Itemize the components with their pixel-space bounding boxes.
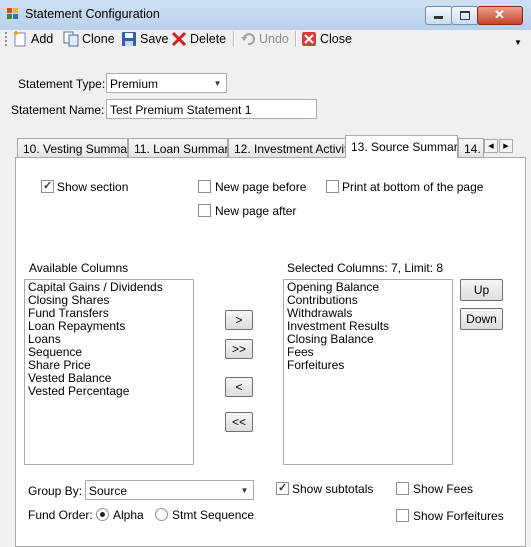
close-label: Close: [320, 32, 352, 46]
new-page-after-label: New page after: [215, 204, 297, 218]
add-icon: [14, 31, 26, 47]
move-all-left-button[interactable]: <<: [225, 412, 253, 432]
print-at-bottom-label: Print at bottom of the page: [342, 180, 484, 194]
add-button[interactable]: Add: [12, 31, 53, 47]
show-subtotals-checkbox[interactable]: [276, 481, 289, 495]
new-page-before-checkbox[interactable]: [198, 180, 211, 193]
maximize-icon: [460, 11, 470, 20]
window-title: Statement Configuration: [25, 7, 160, 21]
show-section-label: Show section: [57, 180, 129, 194]
app-icon: [7, 8, 19, 20]
chevron-down-icon: ▼: [213, 78, 222, 88]
save-button[interactable]: Save: [121, 31, 169, 47]
minimize-button[interactable]: [425, 6, 453, 25]
toolbar-separator: [295, 31, 297, 47]
show-section-checkbox[interactable]: [41, 179, 54, 193]
close-window-button[interactable]: ✕: [477, 6, 523, 25]
group-by-value: Source: [89, 484, 128, 498]
add-label: Add: [31, 32, 54, 46]
new-page-after-checkbox[interactable]: [198, 204, 211, 217]
statement-name-value: Test Premium Statement 1: [110, 103, 252, 117]
chevron-down-icon: ▼: [240, 485, 249, 495]
show-fees-label: Show Fees: [413, 482, 474, 496]
tab-next[interactable]: 14.: [458, 138, 484, 157]
alpha-label: Alpha: [113, 508, 144, 522]
list-item[interactable]: Vested Percentage: [28, 385, 190, 398]
delete-label: Delete: [190, 32, 227, 46]
maximize-button[interactable]: [451, 6, 479, 25]
clone-label: Clone: [82, 32, 115, 46]
show-fees-checkbox[interactable]: [396, 482, 409, 495]
up-button[interactable]: Up: [460, 279, 503, 301]
move-all-right-button[interactable]: >>: [225, 339, 253, 359]
save-label: Save: [140, 32, 169, 46]
new-page-before-label: New page before: [215, 180, 307, 194]
tab-investment-activity[interactable]: 12. Investment Activity: [228, 138, 347, 157]
down-button[interactable]: Down: [460, 308, 503, 330]
alpha-radio[interactable]: [96, 508, 109, 521]
fund-order-label: Fund Order:: [28, 508, 93, 522]
tab-scroll-left-icon[interactable]: ◀: [484, 139, 498, 153]
available-columns-label: Available Columns: [29, 261, 129, 275]
clone-button[interactable]: Clone: [63, 31, 115, 47]
statement-name-label: Statement Name:: [11, 103, 105, 117]
save-icon: [122, 32, 136, 46]
tab-vesting-summary[interactable]: 10. Vesting Summary: [17, 138, 128, 157]
selected-columns-label: Selected Columns: 7, Limit: 8: [287, 261, 444, 275]
move-left-button[interactable]: <: [225, 377, 253, 397]
toolbar-separator: [233, 31, 235, 47]
close-icon: [302, 32, 316, 46]
clone-icon: [63, 31, 79, 47]
statement-type-dropdown[interactable]: Premium ▼: [106, 73, 227, 93]
print-at-bottom-checkbox[interactable]: [326, 180, 339, 193]
move-right-button[interactable]: >: [225, 310, 253, 330]
stmt-sequence-radio[interactable]: [155, 508, 168, 521]
group-by-label: Group By:: [28, 484, 83, 498]
list-item[interactable]: Forfeitures: [287, 359, 449, 372]
available-columns-list[interactable]: Capital Gains / Dividends Closing Shares F…: [24, 279, 194, 465]
delete-icon: [171, 31, 187, 47]
statement-type-value: Premium: [110, 77, 159, 91]
group-by-dropdown[interactable]: Source ▼: [85, 480, 254, 500]
undo-button[interactable]: Undo: [240, 31, 289, 47]
close-button[interactable]: Close: [301, 31, 352, 47]
stmt-sequence-label: Stmt Sequence: [172, 508, 255, 522]
delete-button[interactable]: Delete: [171, 31, 226, 47]
show-subtotals-label: Show subtotals: [292, 482, 374, 496]
tab-loan-summary[interactable]: 11. Loan Summary: [128, 138, 228, 157]
show-forfeitures-label: Show Forfeitures: [413, 509, 504, 523]
undo-icon: [241, 33, 255, 46]
statement-type-label: Statement Type:: [18, 77, 106, 91]
undo-label: Undo: [259, 32, 289, 46]
tab-source-summary[interactable]: 13. Source Summary: [345, 135, 458, 158]
show-forfeitures-checkbox[interactable]: [396, 509, 409, 522]
tab-scroll-right-icon[interactable]: ▶: [499, 139, 513, 153]
statement-name-field[interactable]: Test Premium Statement 1: [106, 99, 317, 119]
minimize-icon: [434, 16, 443, 19]
selected-columns-list[interactable]: Opening Balance Contributions Withdrawals I…: [283, 279, 453, 465]
close-icon: ✕: [494, 7, 505, 22]
toolbar-overflow-icon[interactable]: ▼: [514, 38, 523, 47]
toolbar-grip[interactable]: [5, 32, 7, 46]
